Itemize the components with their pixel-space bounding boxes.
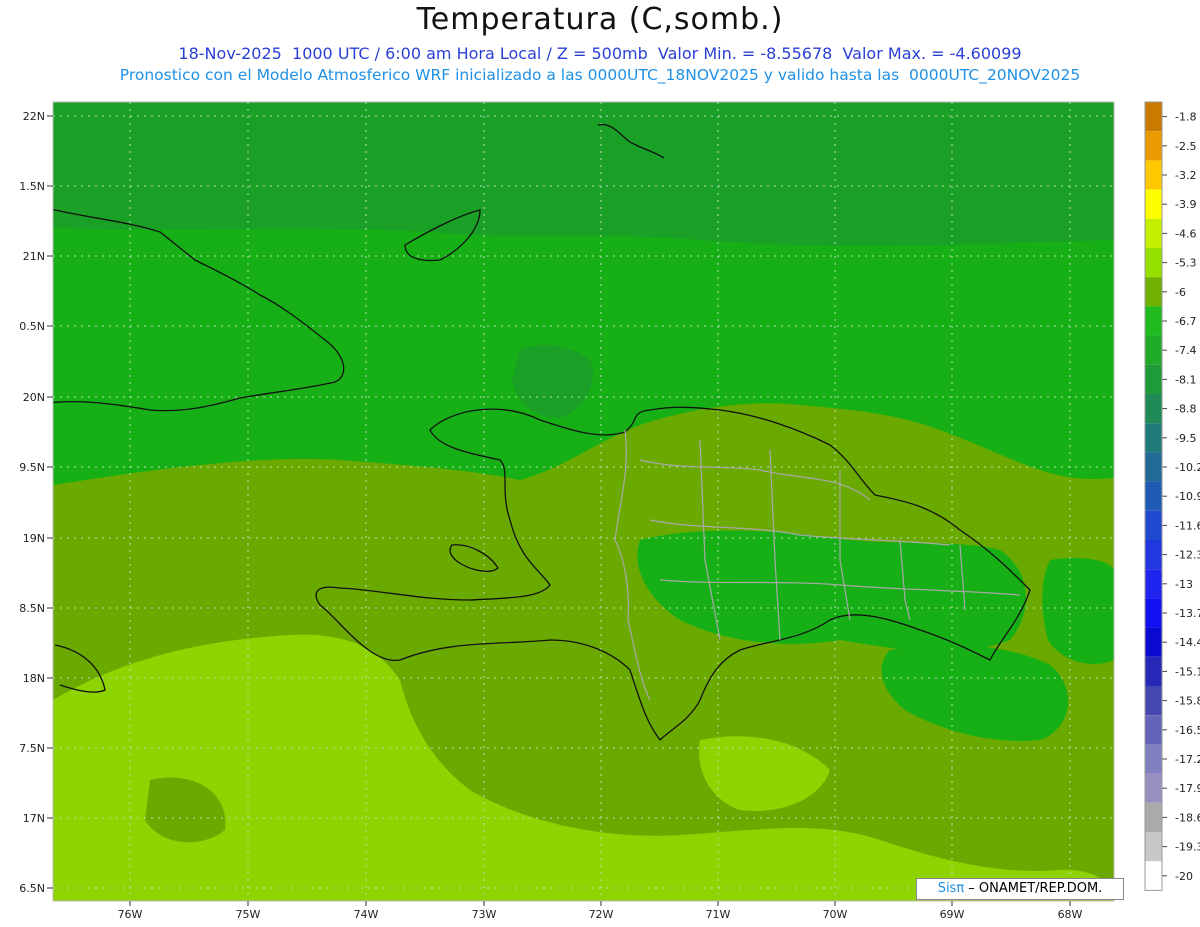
lat-label: 6.5N [19,882,45,895]
legend-swatch [1145,102,1162,132]
lat-label: 21N [23,250,45,263]
legend-label: -10.2 [1175,461,1200,474]
legend-label: -13.7 [1175,607,1200,620]
lon-label: 74W [354,908,379,921]
lat-label: 8.5N [19,602,45,615]
lat-label: 7.5N [19,742,45,755]
legend-swatch [1145,510,1162,540]
legend-label: -4.6 [1175,227,1196,240]
legend-label: -18.6 [1175,811,1200,824]
legend-swatch [1145,773,1162,803]
legend-swatch [1145,452,1162,482]
lat-label: 18N [23,672,45,685]
legend-label: -5.3 [1175,257,1196,270]
legend-swatch [1145,160,1162,190]
legend-swatch [1145,598,1162,628]
lat-label: 20N [23,391,45,404]
legend-swatch [1145,394,1162,424]
lon-label: 76W [118,908,143,921]
legend-swatch [1145,481,1162,511]
legend-label: -6.7 [1175,315,1196,328]
legend-swatch [1145,364,1162,394]
legend-swatch [1145,306,1162,336]
color-legend: -1.8 -2.5 -3.2 -3.9 -4.6 -5.3 -6 -6.7 -7.4 -8.1 -8… [1144,101,1200,891]
legend-label: -17.2 [1175,753,1200,766]
legend-swatch [1145,569,1162,599]
lon-label: 72W [589,908,614,921]
credit-brand: Sisπ [937,881,965,896]
lat-label: 0.5N [19,320,45,333]
map-field [53,102,1114,901]
lon-label: 69W [940,908,965,921]
legend-swatch [1145,861,1162,891]
legend-label: -17.9 [1175,782,1200,795]
legend-label: -8.8 [1175,403,1196,416]
legend-label: -19.3 [1175,841,1200,854]
legend-label: -3.2 [1175,169,1196,182]
lat-label: 17N [23,812,45,825]
legend-label: -2.5 [1175,140,1196,153]
legend-label: -6 [1175,286,1186,299]
lat-label: 1.5N [19,180,45,193]
legend-label: -16.5 [1175,724,1200,737]
legend-swatch [1145,715,1162,745]
lat-label: 22N [23,110,45,123]
legend-label: -7.4 [1175,344,1196,357]
legend-swatch [1145,423,1162,453]
temperature-map: 22N 1.5N 21N 0.5N 20N 9.5N 19N 8.5N 18N … [19,101,1200,921]
lon-label: 68W [1058,908,1083,921]
legend-label: -13 [1175,578,1193,591]
legend-swatch [1145,540,1162,570]
legend-label: -12.3 [1175,549,1200,562]
lon-label: 71W [706,908,731,921]
legend-label: -20 [1175,870,1193,883]
lon-label: 70W [823,908,848,921]
legend-label: -15.1 [1175,665,1200,678]
legend-swatch [1145,218,1162,248]
legend-swatch [1145,248,1162,278]
latitude-axis: 22N 1.5N 21N 0.5N 20N 9.5N 19N 8.5N 18N … [19,110,53,895]
longitude-axis: 76W 75W 74W 73W 72W 71W 70W 69W 68W [118,901,1083,921]
legend-swatch [1145,802,1162,832]
lat-label: 9.5N [19,461,45,474]
legend-label: -10.9 [1175,490,1200,503]
legend-swatch [1145,131,1162,161]
lon-label: 73W [472,908,497,921]
legend-label: -8.1 [1175,373,1196,386]
legend-swatch [1145,335,1162,365]
credit-text: – ONAMET/REP.DOM. [964,881,1103,896]
lon-label: 75W [236,908,261,921]
legend-label: -9.5 [1175,432,1196,445]
legend-label: -11.6 [1175,519,1200,532]
legend-swatch [1145,277,1162,307]
credit-box: Sisπ – ONAMET/REP.DOM. [916,878,1124,900]
legend-swatch [1145,189,1162,219]
legend-swatch [1145,686,1162,716]
field-green-north [53,102,1114,246]
legend-swatch [1145,656,1162,686]
legend-label: -15.8 [1175,695,1200,708]
legend-label: -14.4 [1175,636,1200,649]
legend-swatch [1145,832,1162,862]
legend-swatch [1145,744,1162,774]
legend-swatch [1145,627,1162,657]
legend-label: -1.8 [1175,111,1196,124]
legend-label: -3.9 [1175,198,1196,211]
lat-label: 19N [23,532,45,545]
